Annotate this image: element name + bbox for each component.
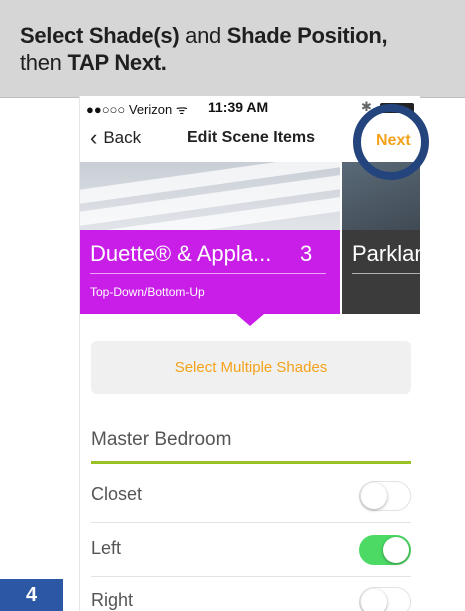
left-toggle[interactable] — [359, 535, 411, 565]
room-underline — [91, 461, 411, 464]
shade-divider — [352, 273, 420, 274]
shade-label-panel: Parklan — [342, 230, 420, 314]
instruction-banner: Select Shade(s) and Shade Position, then… — [0, 0, 465, 98]
position-label: Left — [91, 538, 122, 558]
shade-label-panel: Duette® & Appla... 3 Top-Down/Bottom-Up — [80, 230, 340, 314]
instruction-and: and — [179, 23, 227, 48]
room-title: Master Bedroom — [91, 429, 232, 450]
shade-divider — [90, 273, 326, 274]
select-multiple-shades-button[interactable]: Select Multiple Shades — [91, 341, 411, 394]
selected-pointer — [236, 314, 264, 326]
position-row-closet: Closet — [91, 476, 411, 518]
status-time: 11:39 AM — [208, 99, 269, 115]
shade-name: Duette® & Appla... — [90, 241, 272, 266]
back-button[interactable]: ‹ Back — [90, 125, 142, 150]
toggle-knob — [361, 483, 387, 509]
instruction-then: then — [20, 50, 68, 75]
toggle-knob — [383, 537, 409, 563]
closet-toggle[interactable] — [359, 481, 411, 511]
position-row-left: Left — [91, 530, 411, 572]
shade-count: 3 — [300, 241, 313, 266]
row-divider — [91, 576, 411, 577]
shade-subtitle: Top-Down/Bottom-Up — [90, 285, 205, 299]
instruction-tap-next: TAP Next. — [67, 50, 167, 75]
page-title: Edit Scene Items — [187, 129, 316, 146]
shade-card-parklands[interactable]: Parklan — [342, 162, 420, 314]
right-toggle[interactable] — [359, 587, 411, 611]
carrier-signal: ●●○○○ Verizon ᯤ — [86, 102, 188, 117]
shade-card-duette[interactable]: Duette® & Appla... 3 Top-Down/Bottom-Up — [80, 162, 340, 314]
step-badge: 4 — [0, 579, 63, 611]
instruction-select-shades: Select Shade(s) — [20, 23, 180, 48]
next-highlight-circle — [353, 104, 429, 180]
shade-name: Parklan — [352, 241, 420, 266]
instruction-shade-position: Shade Position, — [226, 23, 388, 48]
row-divider — [91, 522, 411, 523]
position-row-right: Right — [91, 582, 411, 611]
toggle-knob — [361, 589, 387, 611]
chevron-left-icon: ‹ — [90, 125, 98, 150]
position-label: Right — [91, 590, 134, 610]
back-label: Back — [103, 128, 142, 147]
position-label: Closet — [91, 484, 143, 504]
